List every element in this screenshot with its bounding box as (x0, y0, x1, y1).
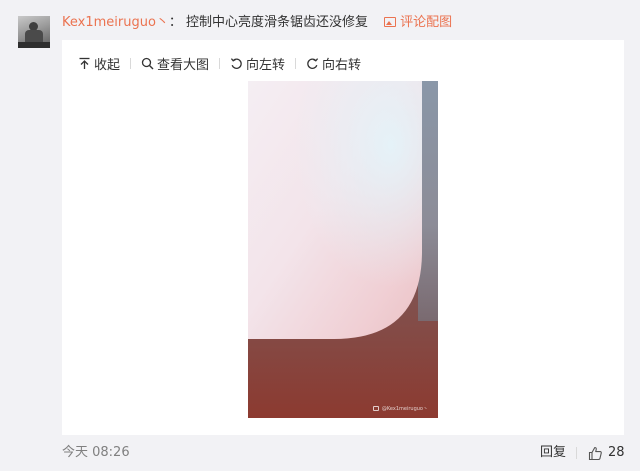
comment-line: Kex1meiruguo丶： 控制中心亮度滑条锯齿还没修复 评论配图 (62, 13, 452, 33)
comment-photo[interactable]: @Kex1meiruguo丶 (248, 81, 438, 418)
comment-image-label: 评论配图 (400, 15, 453, 30)
collapse-label: 收起 (94, 57, 121, 73)
footer-divider (576, 447, 577, 459)
media-box: 收起 查看大图 向左转 向右转 @Kex1meiruguo丶 (62, 40, 624, 435)
comment-text: 控制中心亮度滑条锯齿还没修复 (185, 15, 368, 30)
reply-button[interactable]: 回复 (540, 443, 566, 463)
rotate-left-icon (230, 57, 242, 69)
like-count: 28 (608, 445, 625, 460)
toolbar-divider (295, 57, 297, 69)
image-icon (384, 17, 397, 27)
photo-watermark: @Kex1meiruguo丶 (372, 405, 428, 412)
thumbs-up-icon (588, 446, 602, 460)
comment-timestamp: 今天 08:26 (62, 445, 130, 460)
rotate-left-button[interactable]: 向左转 (230, 54, 285, 73)
rotate-right-button[interactable]: 向右转 (306, 54, 361, 73)
rotate-right-label: 向右转 (322, 57, 362, 73)
toolbar-divider (219, 57, 221, 69)
username-link[interactable]: Kex1meiruguo丶 (62, 15, 169, 30)
rotate-right-icon (307, 57, 319, 69)
view-large-button[interactable]: 查看大图 (141, 54, 209, 73)
view-large-label: 查看大图 (157, 57, 210, 73)
rotate-left-label: 向左转 (246, 57, 286, 73)
avatar-ground (18, 42, 50, 48)
comment-separator: ： (168, 15, 182, 30)
comment-image-link[interactable]: 评论配图 (384, 15, 452, 30)
media-toolbar: 收起 查看大图 向左转 向右转 (78, 54, 361, 73)
photo-watermark-text: @Kex1meiruguo丶 (381, 406, 428, 412)
comment-footer: 今天 08:26 回复 28 (0, 443, 640, 463)
search-icon (141, 57, 154, 69)
avatar[interactable] (18, 16, 50, 48)
collapse-icon (79, 57, 90, 69)
toolbar-divider (130, 57, 132, 69)
watermark-icon (372, 406, 379, 411)
photo-artwork (248, 81, 438, 418)
collapse-button[interactable]: 收起 (78, 54, 120, 73)
like-button[interactable]: 28 (588, 443, 625, 463)
